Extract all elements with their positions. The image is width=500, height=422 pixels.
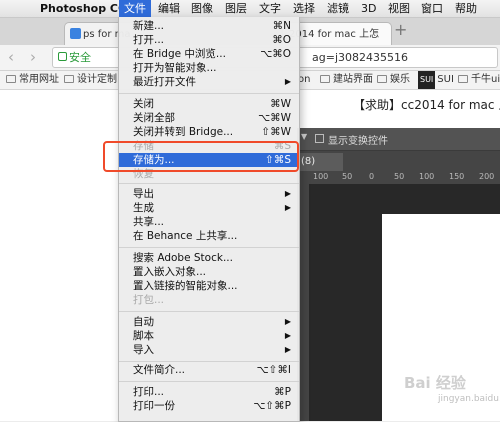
- submenu-arrow-icon: ▶: [284, 203, 291, 212]
- menu-bar: Photoshop CC 文件 编辑 图像 图层 文字 选择 滤镜 3D 视图 …: [0, 0, 500, 18]
- menu-item-search-adobe-stock[interactable]: 搜索 Adobe Stock...: [119, 251, 299, 265]
- bookmark-item[interactable]: SUI SUI: [418, 71, 454, 89]
- transform-controls-label: 显示变换控件: [328, 136, 388, 147]
- folder-icon: [320, 75, 330, 83]
- chevron-down-icon[interactable]: ▼: [301, 132, 307, 141]
- menu-item-share[interactable]: 共享...: [119, 215, 299, 229]
- url-text: ag=j3082435516: [312, 51, 408, 64]
- menu-separator: [119, 93, 299, 94]
- bookmark-item[interactable]: 千牛ui: [458, 71, 500, 89]
- back-button[interactable]: ‹: [8, 48, 14, 66]
- folder-icon: [6, 75, 16, 83]
- menu-item-close-all[interactable]: 关闭全部 ⌥⌘W: [119, 111, 299, 125]
- lock-icon: [58, 52, 67, 61]
- menu-layer[interactable]: 图层: [225, 0, 247, 17]
- menu-item-open[interactable]: 打开... ⌘O: [119, 33, 299, 47]
- menu-help[interactable]: 帮助: [455, 0, 477, 17]
- folder-icon: [64, 75, 74, 83]
- submenu-arrow-icon: ▶: [284, 77, 291, 86]
- menu-separator: [119, 381, 299, 382]
- menu-separator: [119, 247, 299, 248]
- menu-item-open-as-smart-object[interactable]: 打开为智能对象...: [119, 61, 299, 75]
- menu-item-new[interactable]: 新建... ⌘N: [119, 19, 299, 33]
- new-tab-button[interactable]: +: [394, 20, 407, 39]
- ruler-tick: 150: [449, 172, 465, 181]
- menu-item-place-embedded[interactable]: 置入嵌入对象...: [119, 265, 299, 279]
- submenu-arrow-icon: ▶: [284, 345, 291, 354]
- menu-window[interactable]: 窗口: [421, 0, 443, 17]
- menu-item-browse-in-bridge[interactable]: 在 Bridge 中浏览... ⌥⌘O: [119, 47, 299, 61]
- submenu-arrow-icon: ▶: [284, 331, 291, 340]
- bookmark-item[interactable]: 娱乐: [377, 71, 410, 89]
- menu-image[interactable]: 图像: [191, 0, 213, 17]
- highlight-annotation: [103, 141, 299, 172]
- forward-button[interactable]: ›: [30, 48, 36, 66]
- menu-file[interactable]: 文件: [119, 0, 151, 17]
- menu-item-generate[interactable]: 生成 ▶: [119, 201, 299, 215]
- watermark-sub: jingyan.baidu.com: [438, 394, 500, 404]
- file-dropdown-menu: 新建... ⌘N 打开... ⌘O 在 Bridge 中浏览... ⌥⌘O 打开为智能…: [118, 17, 300, 422]
- menu-separator: [119, 311, 299, 312]
- menu-separator: [119, 183, 299, 184]
- menu-3d[interactable]: 3D: [361, 0, 376, 17]
- menu-item-share-on-behance[interactable]: 在 Behance 上共享...: [119, 229, 299, 243]
- ruler-tick: 100: [419, 172, 435, 181]
- menu-item-scripts[interactable]: 脚本 ▶: [119, 329, 299, 343]
- submenu-arrow-icon: ▶: [284, 317, 291, 326]
- menu-item-print[interactable]: 打印... ⌘P: [119, 385, 299, 399]
- bookmark-item[interactable]: 建站界面: [320, 71, 373, 89]
- sui-badge-icon: SUI: [418, 71, 436, 89]
- app-name-menu[interactable]: Photoshop CC: [40, 0, 126, 17]
- paw-icon: [70, 28, 81, 39]
- menu-item-close[interactable]: 关闭 ⌘W: [119, 97, 299, 111]
- ps-options-bar: ▼ 显示变换控件: [297, 128, 500, 151]
- menu-edit[interactable]: 编辑: [158, 0, 180, 17]
- page-title: 【求助】cc2014 for mac 上怎: [353, 98, 500, 112]
- menu-item-place-linked[interactable]: 置入链接的智能对象...: [119, 279, 299, 293]
- menu-item-close-and-go-to-bridge[interactable]: 关闭并转到 Bridge... ⇧⌘W: [119, 125, 299, 139]
- menu-item-automate[interactable]: 自动 ▶: [119, 315, 299, 329]
- menu-type[interactable]: 文字: [259, 0, 281, 17]
- ruler-tick: 50: [394, 172, 405, 181]
- menu-item-package[interactable]: 打包...: [119, 293, 299, 307]
- menu-item-print-one-copy[interactable]: 打印一份 ⌥⇧⌘P: [119, 399, 299, 413]
- submenu-arrow-icon: ▶: [284, 189, 291, 198]
- menu-item-file-info[interactable]: 文件简介... ⌥⇧⌘I: [119, 363, 299, 377]
- ps-document-tab[interactable]: (8): [297, 153, 343, 171]
- menu-separator: [119, 361, 299, 362]
- ps-document-tabbar: (8): [297, 151, 500, 171]
- ruler-tick: 0: [369, 172, 375, 181]
- ruler-tick: 100: [313, 172, 329, 181]
- menu-item-import[interactable]: 导入 ▶: [119, 343, 299, 357]
- bookmark-item[interactable]: 常用网址: [6, 71, 59, 89]
- watermark: Bai 经验: [404, 374, 466, 392]
- menu-item-open-recent[interactable]: 最近打开文件 ▶: [119, 75, 299, 89]
- menu-filter[interactable]: 滤镜: [327, 0, 349, 17]
- ruler-tick: 200: [479, 172, 495, 181]
- bookmark-item[interactable]: 设计定制: [64, 71, 117, 89]
- ruler-tick: 50: [342, 172, 353, 181]
- tab-title: 2014 for mac 上怎: [289, 29, 380, 40]
- menu-select[interactable]: 选择: [293, 0, 315, 17]
- folder-icon: [377, 75, 387, 83]
- transform-controls-checkbox[interactable]: [315, 134, 324, 143]
- menu-item-export[interactable]: 导出 ▶: [119, 187, 299, 201]
- ps-horizontal-ruler: 100 50 0 50 100 150 200: [297, 171, 500, 185]
- menu-view[interactable]: 视图: [388, 0, 410, 17]
- secure-label: 安全: [69, 51, 91, 64]
- folder-icon: [458, 75, 468, 83]
